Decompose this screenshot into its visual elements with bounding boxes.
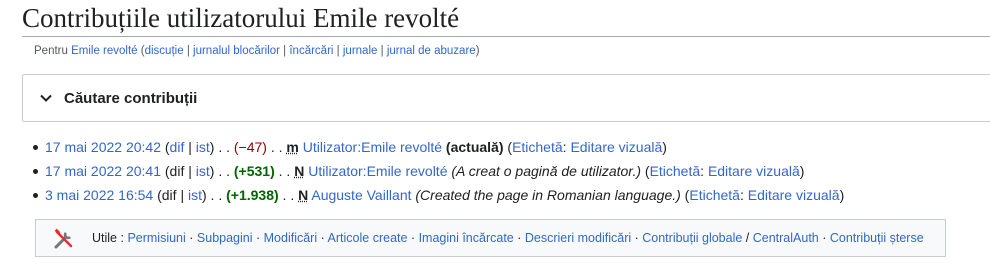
title-divider	[22, 36, 990, 37]
tool-link-centralauth[interactable]: CentralAuth	[753, 231, 819, 245]
tag-label-link[interactable]: Etichetă	[650, 163, 701, 179]
edit-comment: (Created the page in Romanian language.)	[415, 187, 681, 203]
new-page-flag: N	[294, 163, 305, 179]
tag-label-link[interactable]: Etichetă	[512, 139, 563, 155]
tools-line: Utile : Permisiuni · Subpagini · Modific…	[92, 231, 924, 245]
tool-link-articles-created[interactable]: Articole create	[328, 231, 408, 245]
search-contributions-panel[interactable]: Căutare contribuții	[22, 74, 990, 122]
user-tools-bar: Utile : Permisiuni · Subpagini · Modific…	[35, 219, 946, 257]
bullet	[33, 169, 38, 174]
contribution-row: 3 mai 2022 16:54 (dif | ist) . . (+1.938…	[0, 185, 844, 209]
page-link[interactable]: Utilizator:Emile revolté	[308, 163, 447, 179]
abuse-log-link[interactable]: jurnal de abuzare	[387, 45, 476, 57]
history-link[interactable]: ist	[196, 139, 210, 155]
search-panel-title[interactable]: Căutare contribuții	[64, 90, 197, 107]
tool-link-changes[interactable]: Modificări	[264, 231, 318, 245]
chevron-down-icon[interactable]	[39, 91, 53, 105]
contribution-date[interactable]: 17 mai 2022 20:41	[45, 163, 161, 179]
contribution-row: 17 mai 2022 20:41 (dif | ist) . . (+531)…	[0, 161, 844, 185]
tool-link-permissions[interactable]: Permisiuni	[127, 231, 185, 245]
history-link[interactable]: ist	[188, 187, 202, 203]
contribution-row: 17 mai 2022 20:42 (dif | ist) . . (−47) …	[0, 137, 844, 161]
block-log-link[interactable]: jurnalul blocărilor	[193, 45, 280, 57]
page-link[interactable]: Auguste Vaillant	[311, 187, 411, 203]
tools-label: Utile :	[92, 231, 124, 245]
uploads-link[interactable]: încărcări	[289, 45, 333, 57]
logs-link[interactable]: jurnale	[343, 45, 378, 57]
tag-label-link[interactable]: Etichetă	[689, 187, 740, 203]
current-marker: (actuală)	[445, 139, 504, 155]
tool-link-uploaded-images[interactable]: Imagini încărcate	[419, 231, 514, 245]
size-change: (+1.938)	[226, 187, 279, 203]
contribution-date[interactable]: 17 mai 2022 20:42	[45, 139, 161, 155]
diff-link[interactable]: dif	[170, 139, 185, 155]
history-link[interactable]: ist	[196, 163, 210, 179]
diff-text: dif	[161, 187, 177, 203]
tool-link-subpages[interactable]: Subpagini	[197, 231, 253, 245]
talk-link[interactable]: discuție	[145, 45, 184, 57]
contribution-date[interactable]: 3 mai 2022 16:54	[45, 187, 153, 203]
contributions-list: 17 mai 2022 20:42 (dif | ist) . . (−47) …	[0, 137, 844, 209]
size-change: (−47)	[233, 139, 267, 155]
minor-edit-flag: m	[286, 139, 299, 155]
tag-value-link[interactable]: Editare vizuală	[708, 163, 800, 179]
user-links-subtitle: Pentru Emile revolté (discuție | jurnalu…	[34, 45, 480, 57]
user-link[interactable]: Emile revolté	[71, 45, 137, 57]
page-title: Contribuțiile utilizatorului Emile revol…	[22, 3, 460, 33]
tool-link-global-contributions[interactable]: Contribuții globale	[642, 231, 742, 245]
subtitle-prefix: Pentru	[34, 45, 68, 57]
size-change: (+531)	[233, 163, 275, 179]
new-page-flag: N	[298, 187, 309, 203]
edit-comment: (A creat o pagină de utilizator.)	[451, 163, 641, 179]
bullet	[33, 193, 38, 198]
bullet	[33, 145, 38, 150]
diff-text: dif	[169, 163, 185, 179]
tag-value-link[interactable]: Editare vizuală	[748, 187, 840, 203]
tool-link-description-changes[interactable]: Descrieri modificări	[525, 231, 631, 245]
tools-icon	[54, 228, 73, 249]
page-link[interactable]: Utilizator:Emile revolté	[303, 139, 442, 155]
tag-value-link[interactable]: Editare vizuală	[570, 139, 662, 155]
tool-link-deleted-contributions[interactable]: Contribuții șterse	[830, 231, 924, 245]
